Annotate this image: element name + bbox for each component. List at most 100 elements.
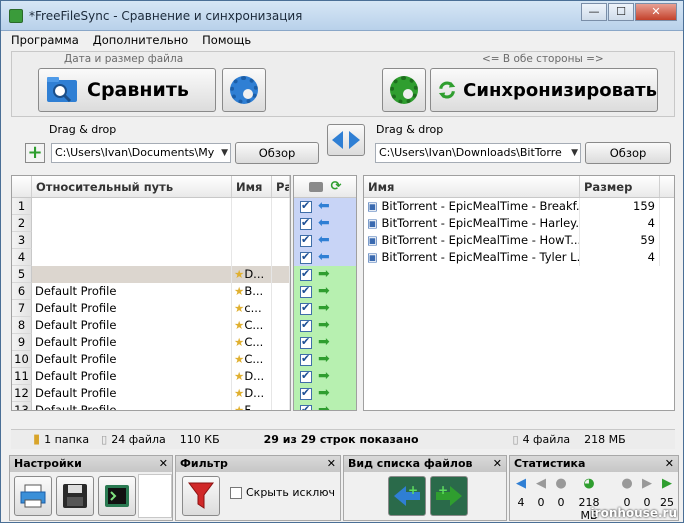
size-cell <box>272 215 290 232</box>
table-row[interactable]: 11 Default Profile ★D... <box>12 368 290 385</box>
arrow-left-icon[interactable]: ⬅ <box>318 215 330 232</box>
table-row[interactable]: 1 <box>12 198 290 215</box>
table-row[interactable]: 7 Default Profile ★c... <box>12 300 290 317</box>
checkbox-box[interactable] <box>230 486 242 499</box>
include-checkbox[interactable] <box>300 369 312 383</box>
table-row[interactable]: ▣ BitTorrent - EpicMealTime - HowT... 59 <box>364 232 674 249</box>
sync-action-row[interactable]: ➡ <box>294 385 356 402</box>
sync-action-row[interactable]: ➡ <box>294 402 356 410</box>
table-row[interactable]: 4 <box>12 249 290 266</box>
add-folder-pair-button[interactable]: + <box>25 143 45 163</box>
sync-action-row[interactable]: ➡ <box>294 368 356 385</box>
sync-action-row[interactable]: ➡ <box>294 317 356 334</box>
include-checkbox[interactable] <box>300 352 312 366</box>
filter-button[interactable] <box>182 476 220 516</box>
show-left-only-button[interactable]: + <box>388 476 426 516</box>
relative-path-cell: Default Profile <box>32 334 232 351</box>
minimize-button[interactable]: — <box>581 3 607 21</box>
chevron-down-icon[interactable]: ▼ <box>571 144 578 162</box>
hide-excluded-checkbox[interactable]: Скрыть исключ <box>230 486 335 499</box>
table-row[interactable]: 12 Default Profile ★D... <box>12 385 290 402</box>
left-browse-button[interactable]: Обзор <box>235 142 319 164</box>
include-checkbox[interactable] <box>300 199 312 213</box>
arrow-right-icon[interactable]: ➡ <box>318 266 330 283</box>
arrow-right-icon[interactable]: ➡ <box>318 334 330 351</box>
arrow-right-icon[interactable]: ➡ <box>318 283 330 300</box>
close-icon[interactable]: ✕ <box>159 456 168 472</box>
sync-action-row[interactable]: ➡ <box>294 334 356 351</box>
table-row[interactable]: 6 Default Profile ★B... <box>12 283 290 300</box>
arrow-left-icon[interactable]: ⬅ <box>318 249 330 266</box>
include-checkbox[interactable] <box>300 403 312 410</box>
sync-small-icon[interactable]: ⟳ <box>331 179 342 194</box>
column-size-right[interactable]: Размер <box>580 176 660 197</box>
sync-action-row[interactable]: ⬅ <box>294 198 356 215</box>
column-relative-path[interactable]: Относительный путь <box>32 176 232 197</box>
include-checkbox[interactable] <box>300 318 312 332</box>
table-row[interactable]: 2 <box>12 215 290 232</box>
camera-icon[interactable] <box>308 181 323 192</box>
menu-program[interactable]: Программа <box>11 33 79 47</box>
close-icon[interactable]: ✕ <box>493 456 502 472</box>
include-checkbox[interactable] <box>300 284 312 298</box>
load-config-button[interactable] <box>14 476 52 516</box>
table-row[interactable]: 3 <box>12 232 290 249</box>
table-row[interactable]: 5 ★D... <box>12 266 290 283</box>
sync-action-row[interactable]: ➡ <box>294 283 356 300</box>
column-name-right[interactable]: Имя <box>364 176 580 197</box>
sync-action-row[interactable]: ⬅ <box>294 232 356 249</box>
close-button[interactable]: ✕ <box>635 3 677 21</box>
menu-help[interactable]: Помощь <box>202 33 251 47</box>
table-row[interactable]: ▣ BitTorrent - EpicMealTime - Tyler L...… <box>364 249 674 266</box>
compare-settings-button[interactable] <box>222 68 266 112</box>
include-checkbox[interactable] <box>300 233 312 247</box>
close-icon[interactable]: ✕ <box>327 456 336 472</box>
table-row[interactable]: 10 Default Profile ★C... <box>12 351 290 368</box>
swap-sides-button[interactable] <box>327 124 365 156</box>
arrow-right-icon[interactable]: ➡ <box>318 300 330 317</box>
table-row[interactable]: 13 Default Profile ★F... <box>12 402 290 410</box>
arrow-left-icon[interactable]: ⬅ <box>318 198 330 215</box>
compare-button[interactable]: Сравнить <box>38 68 216 112</box>
show-right-only-button[interactable]: + <box>430 476 468 516</box>
include-checkbox[interactable] <box>300 267 312 281</box>
close-icon[interactable]: ✕ <box>665 456 674 472</box>
menu-advanced[interactable]: Дополнительно <box>93 33 188 47</box>
arrow-right-icon[interactable]: ➡ <box>318 351 330 368</box>
synchronize-button[interactable]: Синхронизировать <box>430 68 658 112</box>
right-browse-button[interactable]: Обзор <box>585 142 671 164</box>
sync-action-row[interactable]: ➡ <box>294 300 356 317</box>
include-checkbox[interactable] <box>300 250 312 264</box>
include-checkbox[interactable] <box>300 335 312 349</box>
sync-action-row[interactable]: ⬅ <box>294 215 356 232</box>
sync-action-row[interactable]: ➡ <box>294 351 356 368</box>
sync-action-column[interactable]: ⟳ ⬅⬅⬅⬅➡➡➡➡➡➡➡➡➡ <box>293 175 357 411</box>
right-folder-input[interactable]: C:\Users\Ivan\Downloads\BitTorre ▼ <box>375 143 581 163</box>
include-checkbox[interactable] <box>300 386 312 400</box>
arrow-left-icon[interactable]: ⬅ <box>318 232 330 249</box>
column-name[interactable]: Имя <box>232 176 272 197</box>
sync-action-row[interactable]: ➡ <box>294 266 356 283</box>
arrow-right-icon[interactable]: ➡ <box>318 317 330 334</box>
arrow-right-icon[interactable]: ➡ <box>318 402 330 410</box>
right-file-grid[interactable]: Имя Размер ▣ BitTorrent - EpicMealTime -… <box>363 175 675 411</box>
left-file-grid[interactable]: Относительный путь Имя Ра 12345★D...6Def… <box>11 175 291 411</box>
table-row[interactable]: ▣ BitTorrent - EpicMealTime - Breakf... 1… <box>364 198 674 215</box>
include-checkbox[interactable] <box>300 216 312 230</box>
maximize-button[interactable]: ☐ <box>608 3 634 21</box>
arrow-right-icon[interactable]: ➡ <box>318 368 330 385</box>
config-list[interactable] <box>138 474 172 518</box>
table-row[interactable]: 8 Default Profile ★C... <box>12 317 290 334</box>
row-number: 6 <box>12 283 32 300</box>
left-folder-input[interactable]: C:\Users\Ivan\Documents\My ▼ <box>51 143 231 163</box>
batch-job-button[interactable] <box>98 476 136 516</box>
sync-settings-button[interactable] <box>382 68 426 112</box>
arrow-right-icon[interactable]: ➡ <box>318 385 330 402</box>
chevron-down-icon[interactable]: ▼ <box>221 144 228 162</box>
save-config-button[interactable] <box>56 476 94 516</box>
table-row[interactable]: ▣ BitTorrent - EpicMealTime - Harley... 4 <box>364 215 674 232</box>
sync-action-row[interactable]: ⬅ <box>294 249 356 266</box>
table-row[interactable]: 9 Default Profile ★C... <box>12 334 290 351</box>
column-size[interactable]: Ра <box>272 176 290 197</box>
include-checkbox[interactable] <box>300 301 312 315</box>
